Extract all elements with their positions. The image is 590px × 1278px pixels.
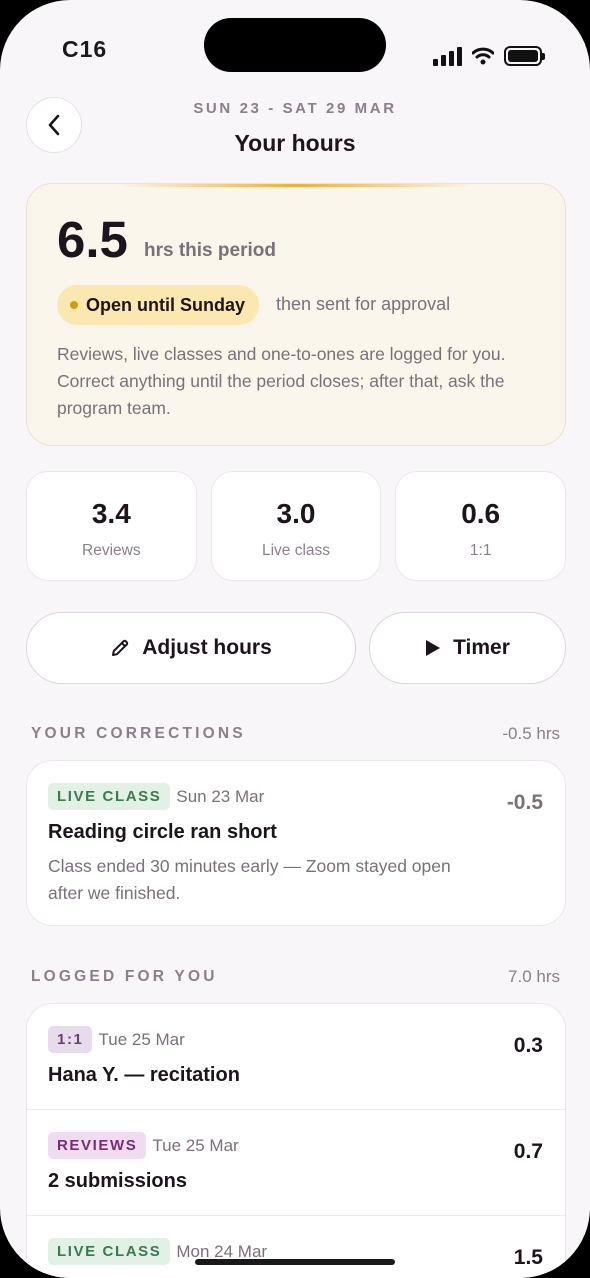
- adjust-hours-button[interactable]: Adjust hours: [26, 612, 356, 684]
- stat-value: 3.4: [91, 498, 131, 529]
- list-item[interactable]: 1:1 Tue 25 Mar 0.3 Hana Y. — recitation: [27, 1004, 565, 1110]
- entry-date: Tue 25 Mar: [98, 1029, 185, 1049]
- stat-label: Live class: [261, 542, 331, 559]
- corrections-heading: YOUR CORRECTIONS: [31, 725, 246, 742]
- page-title: Your hours: [234, 130, 356, 156]
- category-tag: LIVE CLASS: [48, 783, 171, 810]
- stat-label: 1:1: [469, 542, 492, 559]
- corrections-total: -0.5 hrs: [502, 724, 560, 743]
- status-time: C16: [62, 36, 108, 62]
- category-tag: LIVE CLASS: [48, 1238, 171, 1265]
- stat-live-class: 3.0 Live class: [210, 471, 382, 581]
- logged-list: 1:1 Tue 25 Mar 0.3 Hana Y. — recitation …: [26, 1003, 566, 1278]
- category-tag: 1:1: [48, 1026, 93, 1053]
- stat-value: 0.6: [461, 498, 501, 529]
- stat-one-to-one: 0.6 1:1: [395, 471, 567, 581]
- entry-date: Tue 25 Mar: [152, 1135, 239, 1155]
- period-status-pill: Open until Sunday: [57, 285, 260, 325]
- entry-hours: -0.5: [506, 791, 543, 814]
- entry-note: Class ended 30 minutes early — Zoom stay…: [48, 856, 451, 903]
- phone-screen: C16 SUN 23 - SAT 29 MAR Your hours 6.5 h…: [0, 0, 590, 1278]
- home-indicator[interactable]: [195, 1259, 395, 1265]
- stat-reviews: 3.4 Reviews: [26, 471, 197, 581]
- list-item[interactable]: REVIEWS Tue 25 Mar 0.7 2 submissions: [27, 1110, 565, 1216]
- dynamic-island: [204, 18, 386, 72]
- pencil-icon: [112, 639, 129, 656]
- wifi-icon: [472, 47, 494, 65]
- correction-meta: LIVE CLASS Sun 23 Mar: [48, 783, 264, 810]
- list-item[interactable]: LIVE CLASS Mon 24 Mar 1.5: [27, 1216, 565, 1278]
- stat-value: 3.0: [276, 498, 316, 529]
- status-after-text: then sent for approval: [276, 294, 451, 314]
- category-stats: 3.4 Reviews 3.0 Live class 0.6 1:1: [26, 471, 567, 581]
- entry-title: Reading circle ran short: [48, 821, 277, 843]
- battery-icon: [504, 46, 545, 66]
- date-range: SUN 23 - SAT 29 MAR: [193, 100, 397, 117]
- accent-glow: [117, 184, 475, 187]
- entry-meta: 1:1 Tue 25 Mar: [48, 1026, 185, 1053]
- timer-label: Timer: [453, 636, 510, 659]
- play-icon: [426, 640, 441, 656]
- period-note: Reviews, live classes and one-to-ones ar…: [57, 344, 506, 418]
- status-dot-icon: [70, 301, 78, 309]
- stat-label: Reviews: [82, 542, 141, 559]
- entry-title: Hana Y. — recitation: [48, 1064, 240, 1086]
- entry-title: 2 submissions: [48, 1170, 187, 1192]
- logged-heading: LOGGED FOR YOU: [31, 968, 218, 985]
- logged-total: 7.0 hrs: [508, 967, 560, 986]
- period-total-hours: 6.5: [57, 211, 128, 268]
- status-icons: [433, 46, 545, 66]
- period-summary-card: 6.5 hrs this period Open until Sunday th…: [26, 183, 566, 446]
- correction-card[interactable]: LIVE CLASS Sun 23 Mar -0.5 Reading circl…: [26, 760, 566, 926]
- category-tag: REVIEWS: [48, 1132, 147, 1159]
- cellular-signal-icon: [433, 46, 462, 66]
- adjust-hours-label: Adjust hours: [142, 636, 272, 659]
- entry-meta: REVIEWS Tue 25 Mar: [48, 1132, 239, 1159]
- entry-hours: 0.3: [513, 1034, 543, 1057]
- timer-button[interactable]: Timer: [369, 612, 566, 684]
- entry-hours: 0.7: [513, 1140, 543, 1163]
- entry-date: Sun 23 Mar: [176, 786, 265, 806]
- entry-hours: 1.5: [513, 1246, 543, 1269]
- period-total-unit: hrs this period: [144, 240, 276, 261]
- status-pill-label: Open until Sunday: [86, 294, 246, 315]
